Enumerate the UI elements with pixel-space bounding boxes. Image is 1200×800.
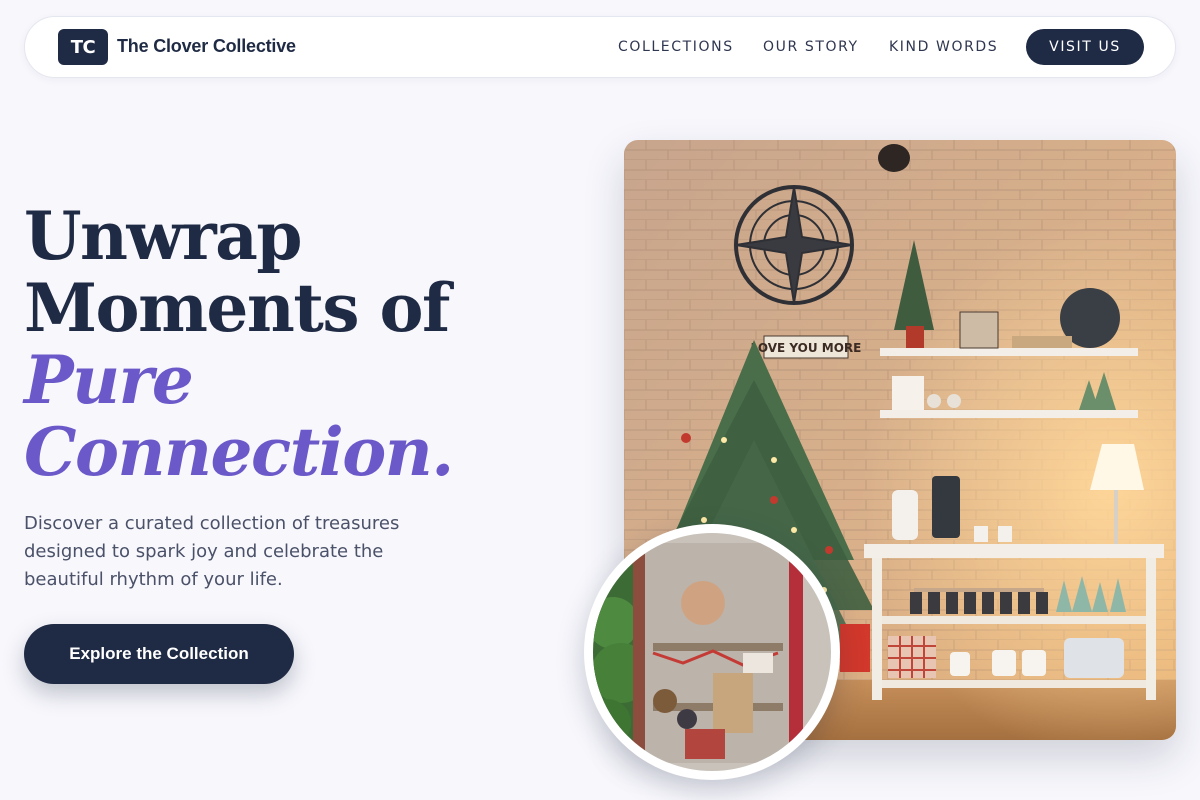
explore-collection-button[interactable]: Explore the Collection bbox=[24, 624, 294, 684]
hero-heading-accent-2: Connection. bbox=[24, 413, 454, 491]
hero-heading-accent-1: Pure bbox=[24, 341, 194, 419]
brand-name[interactable]: The Clover Collective bbox=[117, 36, 296, 57]
compass-decor bbox=[734, 185, 854, 305]
hero-heading-line-1: Unwrap bbox=[24, 197, 303, 275]
top-navigation: TC The Clover Collective COLLECTIONS OUR… bbox=[24, 16, 1176, 78]
logo-badge[interactable]: TC bbox=[58, 29, 108, 65]
hero-description: Discover a curated collection of treasur… bbox=[24, 513, 400, 590]
nav-link-kind-words[interactable]: KIND WORDS bbox=[889, 39, 998, 55]
visit-us-button[interactable]: VISIT US bbox=[1026, 29, 1144, 65]
nav-link-collections[interactable]: COLLECTIONS bbox=[618, 39, 734, 55]
hero-heading-line-2: Moments of bbox=[24, 269, 450, 347]
storefront-inset-photo bbox=[584, 524, 840, 780]
shop-sign: LOVE YOU MORE bbox=[751, 341, 862, 355]
nav-link-our-story[interactable]: OUR STORY bbox=[763, 39, 859, 55]
